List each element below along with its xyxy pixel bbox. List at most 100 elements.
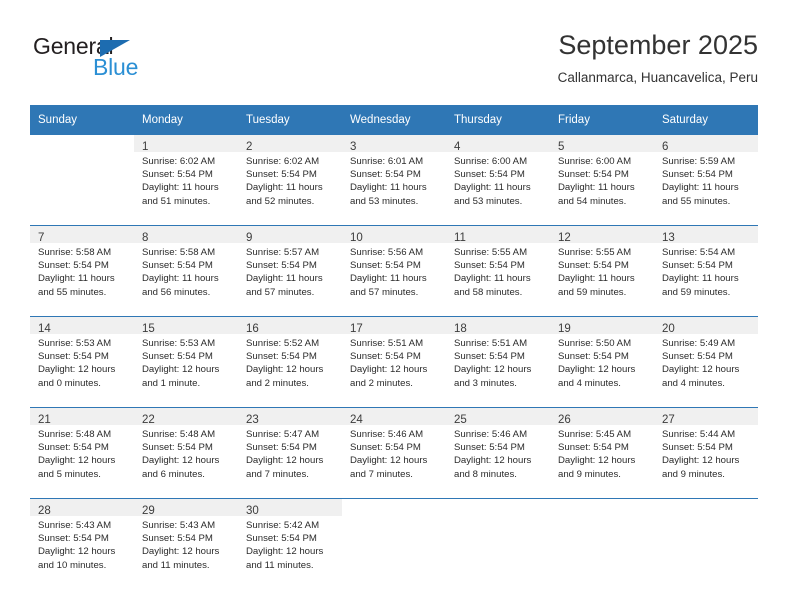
sunset-text: Sunset: 5:54 PM bbox=[142, 351, 213, 363]
day-number-band: 20 bbox=[654, 317, 758, 335]
day-details: Sunrise: 5:58 AM Sunset: 5:54 PM Daylight:… bbox=[134, 243, 238, 299]
daylight-text-line2: and 5 minutes. bbox=[38, 468, 101, 480]
daylight-text-line1: Daylight: 12 hours bbox=[142, 546, 220, 558]
day-cell[interactable]: 17 Sunrise: 5:51 AM Sunset: 5:54 PM Dayligh… bbox=[342, 316, 446, 408]
day-number: 7 bbox=[38, 232, 45, 244]
day-cell[interactable]: 7 Sunrise: 5:58 AM Sunset: 5:54 PM Daylight… bbox=[30, 225, 134, 317]
title-block: September 2025 Callanmarca, Huancavelica… bbox=[558, 28, 758, 88]
general-blue-logo[interactable]: General Blue bbox=[33, 33, 213, 89]
sunset-text: Sunset: 5:54 PM bbox=[454, 442, 525, 454]
calendar-week-row: 1 Sunrise: 6:02 AM Sunset: 5:54 PM Daylight… bbox=[30, 135, 758, 226]
day-number: 21 bbox=[38, 414, 51, 426]
day-cell[interactable]: 8 Sunrise: 5:58 AM Sunset: 5:54 PM Daylight… bbox=[134, 225, 238, 317]
day-number: 5 bbox=[558, 141, 565, 153]
sunrise-text: Sunrise: 6:00 AM bbox=[558, 156, 632, 167]
sunrise-text: Sunrise: 5:45 AM bbox=[558, 429, 632, 440]
day-cell[interactable]: 25 Sunrise: 5:46 AM Sunset: 5:54 PM Dayligh… bbox=[446, 407, 550, 499]
day-cell[interactable]: 22 Sunrise: 5:48 AM Sunset: 5:54 PM Dayligh… bbox=[134, 407, 238, 499]
day-details: Sunrise: 5:47 AM Sunset: 5:54 PM Daylight:… bbox=[238, 425, 342, 481]
day-number: 6 bbox=[662, 141, 669, 153]
day-cell[interactable]: 9 Sunrise: 5:57 AM Sunset: 5:54 PM Daylight… bbox=[238, 225, 342, 317]
day-cell[interactable]: 15 Sunrise: 5:53 AM Sunset: 5:54 PM Dayligh… bbox=[134, 316, 238, 408]
sunset-text: Sunset: 5:54 PM bbox=[246, 351, 317, 363]
day-cell[interactable]: 29 Sunrise: 5:43 AM Sunset: 5:54 PM Dayligh… bbox=[134, 498, 238, 589]
page-header: General Blue September 2025 Callanmarca,… bbox=[30, 28, 758, 96]
day-number: 4 bbox=[454, 141, 461, 153]
day-cell[interactable]: 19 Sunrise: 5:50 AM Sunset: 5:54 PM Dayligh… bbox=[550, 316, 654, 408]
day-cell[interactable]: 12 Sunrise: 5:55 AM Sunset: 5:54 PM Dayligh… bbox=[550, 225, 654, 317]
sunset-text: Sunset: 5:54 PM bbox=[246, 169, 317, 181]
day-cell[interactable]: 27 Sunrise: 5:44 AM Sunset: 5:54 PM Dayligh… bbox=[654, 407, 758, 499]
daylight-text-line1: Daylight: 11 hours bbox=[454, 182, 531, 194]
daylight-text-line1: Daylight: 11 hours bbox=[142, 182, 219, 194]
daylight-text-line2: and 11 minutes. bbox=[246, 559, 314, 571]
day-number: 9 bbox=[246, 232, 253, 244]
day-number-band: 27 bbox=[654, 408, 758, 426]
daylight-text-line2: and 56 minutes. bbox=[142, 286, 211, 298]
day-cell[interactable]: 11 Sunrise: 5:55 AM Sunset: 5:54 PM Dayligh… bbox=[446, 225, 550, 317]
day-cell[interactable]: 16 Sunrise: 5:52 AM Sunset: 5:54 PM Dayligh… bbox=[238, 316, 342, 408]
day-details: Sunrise: 5:45 AM Sunset: 5:54 PM Daylight:… bbox=[550, 425, 654, 481]
day-cell[interactable]: 2 Sunrise: 6:02 AM Sunset: 5:54 PM Daylight… bbox=[238, 135, 342, 226]
day-number-band: 11 bbox=[446, 226, 550, 244]
daylight-text-line2: and 4 minutes. bbox=[662, 377, 725, 389]
weekday-header-monday: Monday bbox=[134, 105, 238, 135]
day-cell[interactable]: 20 Sunrise: 5:49 AM Sunset: 5:54 PM Dayligh… bbox=[654, 316, 758, 408]
day-number-band bbox=[550, 499, 654, 516]
day-cell[interactable]: 30 Sunrise: 5:42 AM Sunset: 5:54 PM Dayligh… bbox=[238, 498, 342, 589]
day-number: 18 bbox=[454, 323, 467, 335]
daylight-text-line2: and 2 minutes. bbox=[350, 377, 413, 389]
sunrise-text: Sunrise: 5:54 AM bbox=[662, 247, 736, 258]
sunrise-text: Sunrise: 6:02 AM bbox=[142, 156, 216, 167]
day-details: Sunrise: 5:43 AM Sunset: 5:54 PM Daylight:… bbox=[30, 516, 134, 572]
day-cell[interactable]: 18 Sunrise: 5:51 AM Sunset: 5:54 PM Dayligh… bbox=[446, 316, 550, 408]
day-number: 27 bbox=[662, 414, 675, 426]
daylight-text-line2: and 2 minutes. bbox=[246, 377, 309, 389]
sunrise-text: Sunrise: 5:48 AM bbox=[142, 429, 216, 440]
daylight-text-line2: and 7 minutes. bbox=[246, 468, 309, 480]
day-cell[interactable]: 23 Sunrise: 5:47 AM Sunset: 5:54 PM Dayligh… bbox=[238, 407, 342, 499]
daylight-text-line1: Daylight: 12 hours bbox=[246, 455, 324, 467]
daylight-text-line1: Daylight: 12 hours bbox=[454, 364, 532, 376]
sunset-text: Sunset: 5:54 PM bbox=[558, 169, 629, 181]
day-cell[interactable]: 21 Sunrise: 5:48 AM Sunset: 5:54 PM Dayligh… bbox=[30, 407, 134, 499]
day-details: Sunrise: 5:53 AM Sunset: 5:54 PM Daylight:… bbox=[30, 334, 134, 390]
sunrise-text: Sunrise: 5:53 AM bbox=[142, 338, 216, 349]
daylight-text-line2: and 9 minutes. bbox=[558, 468, 621, 480]
daylight-text-line1: Daylight: 11 hours bbox=[350, 273, 427, 285]
sunset-text: Sunset: 5:54 PM bbox=[246, 442, 317, 454]
day-details: Sunrise: 5:42 AM Sunset: 5:54 PM Daylight:… bbox=[238, 516, 342, 572]
daylight-text-line2: and 10 minutes. bbox=[38, 559, 107, 571]
day-number-band: 25 bbox=[446, 408, 550, 426]
day-cell[interactable]: 3 Sunrise: 6:01 AM Sunset: 5:54 PM Daylight… bbox=[342, 135, 446, 226]
day-details: Sunrise: 5:52 AM Sunset: 5:54 PM Daylight:… bbox=[238, 334, 342, 390]
day-number-band: 9 bbox=[238, 226, 342, 244]
day-number: 11 bbox=[454, 232, 466, 244]
sunrise-text: Sunrise: 5:46 AM bbox=[454, 429, 528, 440]
day-number-band: 8 bbox=[134, 226, 238, 244]
daylight-text-line2: and 3 minutes. bbox=[454, 377, 517, 389]
day-details: Sunrise: 5:56 AM Sunset: 5:54 PM Daylight:… bbox=[342, 243, 446, 299]
daylight-text-line1: Daylight: 11 hours bbox=[558, 182, 635, 194]
sunrise-text: Sunrise: 5:48 AM bbox=[38, 429, 112, 440]
day-cell[interactable]: 14 Sunrise: 5:53 AM Sunset: 5:54 PM Dayligh… bbox=[30, 316, 134, 408]
day-cell[interactable]: 6 Sunrise: 5:59 AM Sunset: 5:54 PM Daylight… bbox=[654, 135, 758, 226]
sunrise-text: Sunrise: 5:58 AM bbox=[38, 247, 112, 258]
sunset-text: Sunset: 5:54 PM bbox=[558, 260, 629, 272]
daylight-text-line1: Daylight: 12 hours bbox=[142, 364, 220, 376]
sunset-text: Sunset: 5:54 PM bbox=[350, 442, 421, 454]
sunset-text: Sunset: 5:54 PM bbox=[454, 351, 525, 363]
day-cell[interactable]: 13 Sunrise: 5:54 AM Sunset: 5:54 PM Dayligh… bbox=[654, 225, 758, 317]
day-details: Sunrise: 5:43 AM Sunset: 5:54 PM Daylight:… bbox=[134, 516, 238, 572]
day-cell[interactable]: 5 Sunrise: 6:00 AM Sunset: 5:54 PM Daylight… bbox=[550, 135, 654, 226]
day-cell[interactable]: 24 Sunrise: 5:46 AM Sunset: 5:54 PM Dayligh… bbox=[342, 407, 446, 499]
day-number: 16 bbox=[246, 323, 259, 335]
daylight-text-line1: Daylight: 12 hours bbox=[558, 364, 636, 376]
day-cell[interactable]: 10 Sunrise: 5:56 AM Sunset: 5:54 PM Dayligh… bbox=[342, 225, 446, 317]
day-cell[interactable]: 28 Sunrise: 5:43 AM Sunset: 5:54 PM Dayligh… bbox=[30, 498, 134, 589]
day-details: Sunrise: 5:55 AM Sunset: 5:54 PM Daylight:… bbox=[550, 243, 654, 299]
day-number: 8 bbox=[142, 232, 149, 244]
day-cell[interactable]: 26 Sunrise: 5:45 AM Sunset: 5:54 PM Dayligh… bbox=[550, 407, 654, 499]
day-cell[interactable]: 1 Sunrise: 6:02 AM Sunset: 5:54 PM Daylight… bbox=[134, 135, 238, 226]
day-cell[interactable]: 4 Sunrise: 6:00 AM Sunset: 5:54 PM Daylight… bbox=[446, 135, 550, 226]
